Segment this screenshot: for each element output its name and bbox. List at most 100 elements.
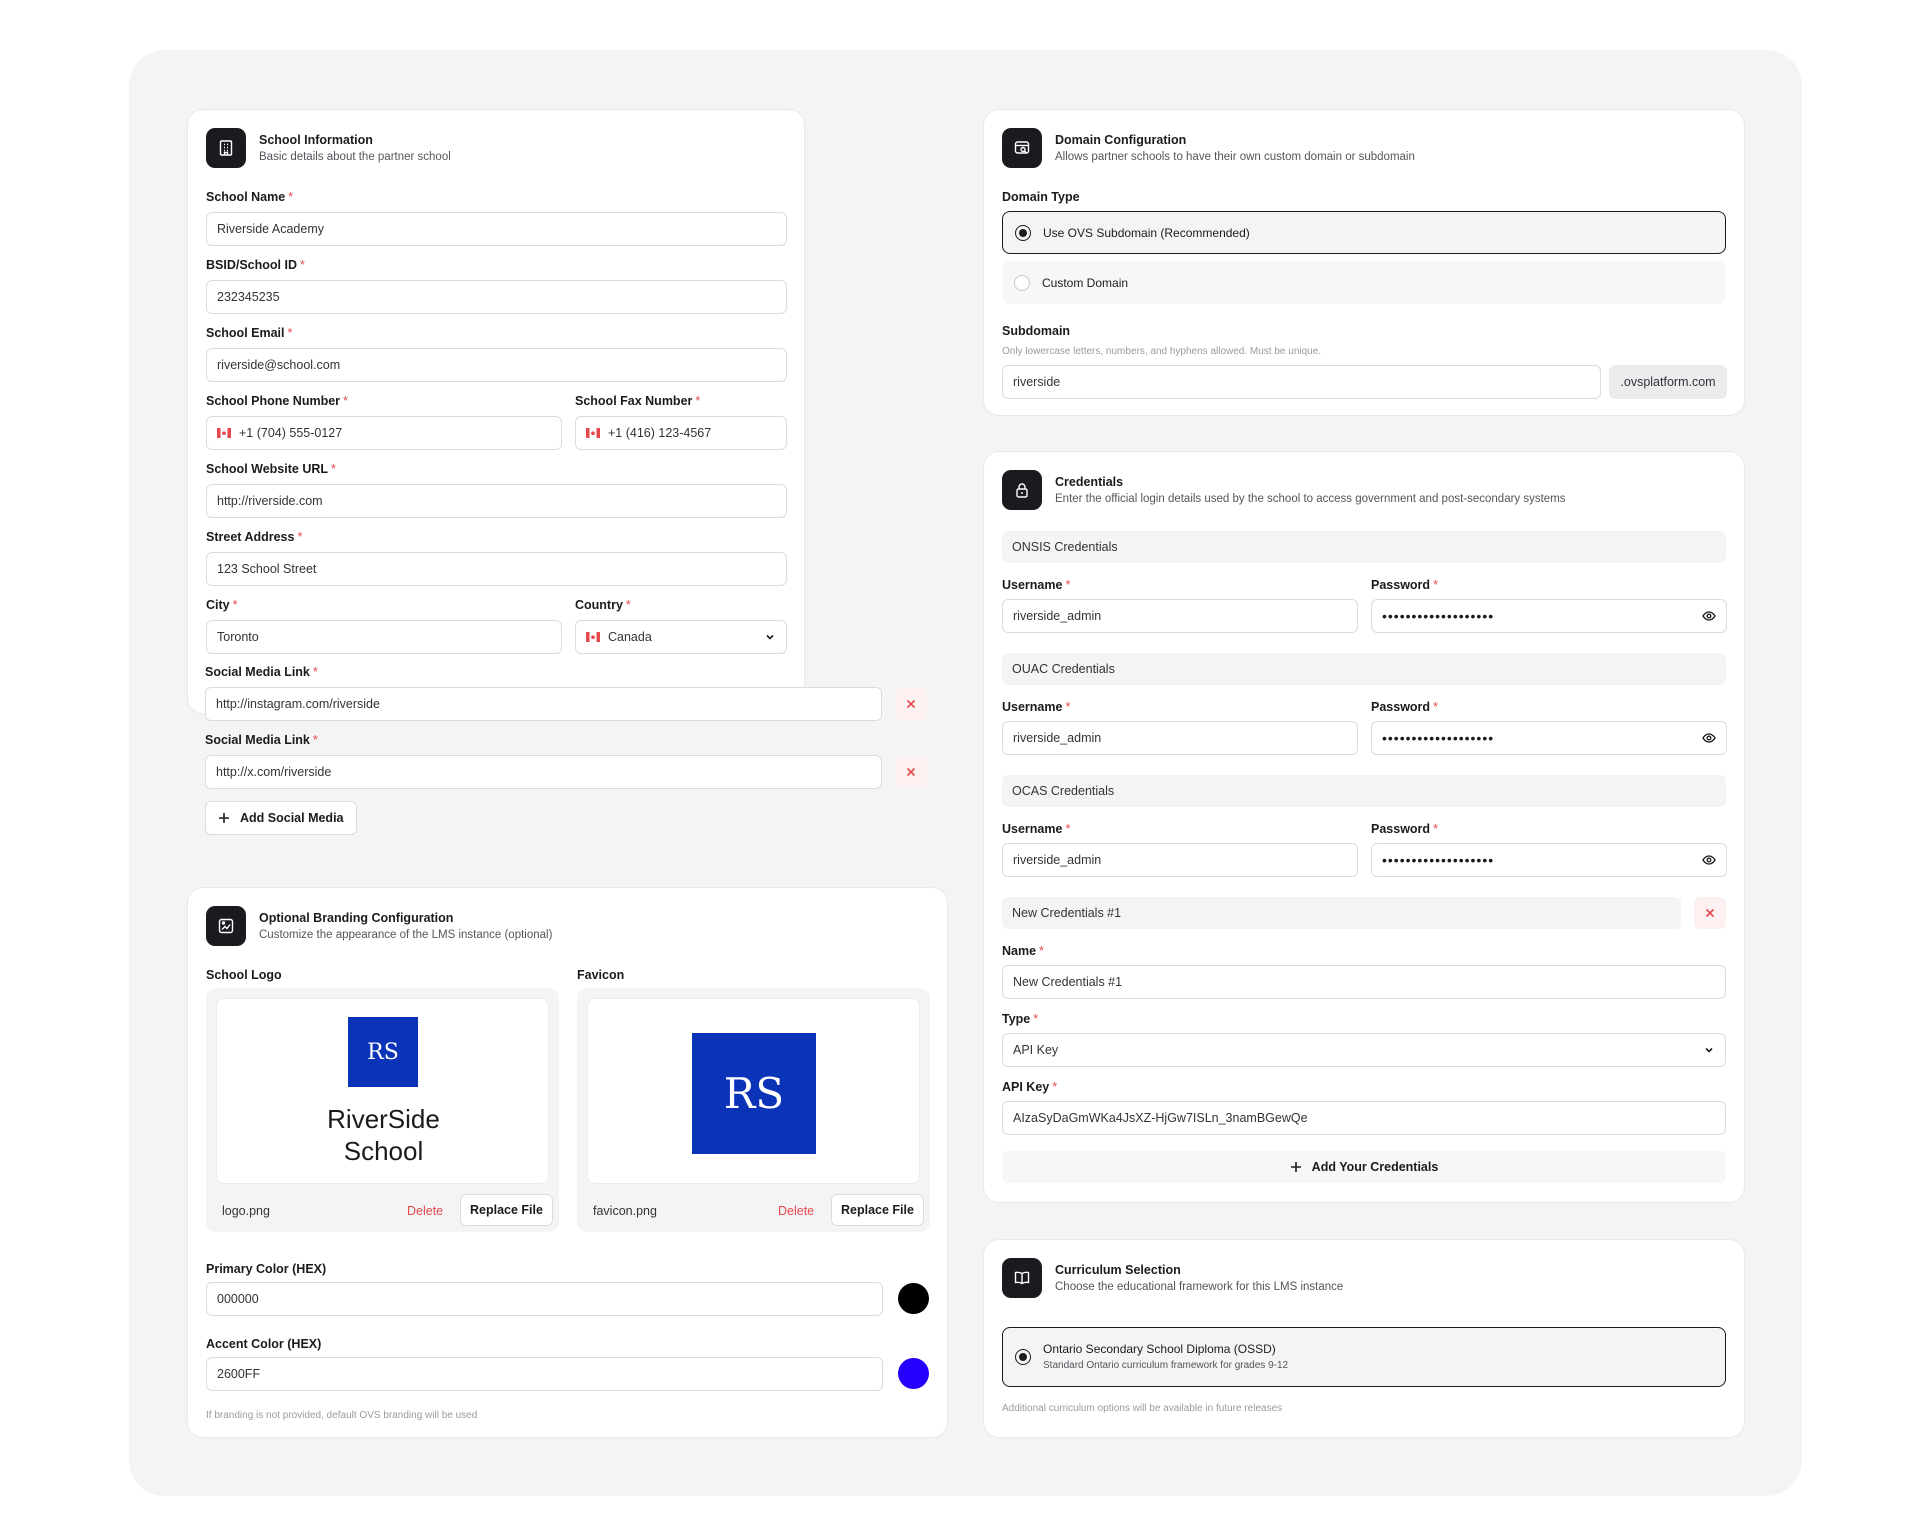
ouac-password-input[interactable]: ••••••••••••••••••• — [1371, 721, 1727, 755]
onsis-username-input[interactable]: riverside_admin — [1002, 599, 1358, 633]
option-ossd[interactable]: Ontario Secondary School Diploma (OSSD) … — [1002, 1327, 1726, 1387]
add-credentials-label: Add Your Credentials — [1311, 1160, 1439, 1174]
card-subtitle: Customize the appearance of the LMS inst… — [259, 928, 553, 941]
logo-wordmark: RiverSide School — [217, 1103, 550, 1167]
ouac-credentials-header: OUAC Credentials — [1002, 653, 1726, 685]
accent-color-swatch[interactable] — [898, 1358, 929, 1389]
social-link-2-label: Social Media Link * — [205, 733, 318, 747]
subdomain-input[interactable]: riverside — [1002, 365, 1601, 399]
password-label: Password * — [1371, 700, 1438, 714]
card-header: Curriculum Selection Choose the educatio… — [1002, 1258, 1343, 1298]
option-custom-domain-label: Custom Domain — [1042, 275, 1129, 290]
replace-favicon-button[interactable]: Replace File — [831, 1194, 924, 1226]
credential-type-select[interactable]: API Key — [1002, 1033, 1726, 1067]
curriculum-selection-card: Curriculum Selection Choose the educatio… — [983, 1239, 1745, 1438]
close-icon — [906, 699, 916, 709]
api-key-input[interactable]: AIzaSyDaGmWKa4JsXZ-HjGw7ISLn_3namBGewQe — [1002, 1101, 1726, 1135]
logo-preview: RS RiverSide School — [216, 998, 549, 1184]
logo-upload-area[interactable]: RS RiverSide School logo.png Delete Repl… — [206, 988, 559, 1232]
school-logo-label: School Logo — [206, 968, 282, 982]
card-subtitle: Enter the official login details used by… — [1055, 492, 1566, 505]
remove-credentials-button[interactable] — [1694, 897, 1726, 929]
accent-color-input[interactable]: 2600FF — [206, 1357, 883, 1391]
delete-logo-button[interactable]: Delete — [407, 1204, 443, 1218]
favicon-upload-area[interactable]: RS favicon.png Delete Replace File — [577, 988, 930, 1232]
card-title: Domain Configuration — [1055, 132, 1187, 147]
card-header: Optional Branding Configuration Customiz… — [206, 906, 552, 946]
password-label: Password * — [1371, 578, 1438, 592]
remove-social-2-button[interactable] — [895, 756, 927, 788]
password-value: ••••••••••••••••••• — [1382, 730, 1495, 746]
ouac-username-input[interactable]: riverside_admin — [1002, 721, 1358, 755]
credential-name-label: Name * — [1002, 944, 1044, 958]
onsis-credentials-header: ONSIS Credentials — [1002, 531, 1726, 563]
option-ovs-subdomain-label: Use OVS Subdomain (Recommended) — [1043, 225, 1250, 240]
subdomain-suffix: .ovsplatform.com — [1609, 365, 1727, 399]
card-title: Credentials — [1055, 474, 1124, 489]
radio-unselected-icon — [1014, 274, 1030, 291]
eye-icon[interactable] — [1702, 853, 1716, 870]
delete-favicon-button[interactable]: Delete — [778, 1204, 814, 1218]
password-value: ••••••••••••••••••• — [1382, 608, 1495, 624]
option-ossd-subtitle: Standard Ontario curriculum framework fo… — [1043, 1360, 1289, 1371]
option-ossd-title: Ontario Secondary School Diploma (OSSD) — [1043, 1342, 1276, 1356]
favicon-preview: RS — [587, 998, 920, 1184]
book-icon — [1002, 1258, 1042, 1298]
add-social-media-button[interactable]: Add Social Media — [205, 801, 357, 835]
domain-configuration-card: Domain Configuration Allows partner scho… — [983, 109, 1745, 416]
logo-filename: logo.png — [222, 1204, 270, 1218]
primary-color-swatch[interactable] — [898, 1283, 929, 1314]
social-link-1-input[interactable]: http://instagram.com/riverside — [205, 687, 882, 721]
ocas-username-input[interactable]: riverside_admin — [1002, 843, 1358, 877]
onsis-password-input[interactable]: ••••••••••••••••••• — [1371, 599, 1727, 633]
close-icon — [906, 767, 916, 777]
logo-mark: RS — [348, 1017, 418, 1087]
replace-logo-button[interactable]: Replace File — [460, 1194, 553, 1226]
credential-type-label: Type * — [1002, 1012, 1039, 1026]
logo-line-1: RiverSide — [327, 1104, 440, 1134]
favicon-filename: favicon.png — [593, 1204, 657, 1218]
username-label: Username * — [1002, 700, 1071, 714]
credential-name-input[interactable]: New Credentials #1 — [1002, 965, 1726, 999]
add-social-label: Add Social Media — [240, 811, 344, 825]
credentials-card: Credentials Enter the official login det… — [983, 451, 1745, 1203]
card-title: Optional Branding Configuration — [259, 910, 454, 925]
radio-selected-icon — [1015, 1349, 1031, 1365]
primary-color-label: Primary Color (HEX) — [206, 1262, 327, 1276]
lock-icon — [1002, 470, 1042, 510]
credential-type-value: API Key — [1013, 1043, 1059, 1057]
branding-note: If branding is not provided, default OVS… — [206, 1410, 478, 1421]
remove-social-1-button[interactable] — [895, 688, 927, 720]
eye-icon[interactable] — [1702, 609, 1716, 626]
eye-icon[interactable] — [1702, 731, 1716, 748]
chevron-down-icon — [1703, 1044, 1715, 1059]
card-subtitle: Allows partner schools to have their own… — [1055, 150, 1415, 163]
card-title: Curriculum Selection — [1055, 1262, 1181, 1277]
option-ovs-subdomain[interactable]: Use OVS Subdomain (Recommended) — [1002, 211, 1726, 254]
username-label: Username * — [1002, 578, 1071, 592]
social-link-1-label: Social Media Link * — [205, 665, 318, 679]
add-credentials-button[interactable]: Add Your Credentials — [1002, 1151, 1726, 1183]
username-label: Username * — [1002, 822, 1071, 836]
plus-icon — [219, 813, 229, 823]
ocas-password-input[interactable]: ••••••••••••••••••• — [1371, 843, 1727, 877]
close-icon — [1705, 908, 1715, 918]
curriculum-note: Additional curriculum options will be av… — [1002, 1403, 1283, 1414]
domain-type-label: Domain Type — [1002, 190, 1080, 204]
option-custom-domain[interactable]: Custom Domain — [1002, 261, 1726, 304]
content-layer: Social Media Link * http://instagram.com/… — [0, 0, 1920, 1539]
image-edit-icon — [206, 906, 246, 946]
favicon-mark: RS — [692, 1033, 816, 1154]
api-key-label: API Key * — [1002, 1080, 1058, 1094]
new-credentials-header: New Credentials #1 — [1002, 897, 1681, 929]
card-header: Domain Configuration Allows partner scho… — [1002, 128, 1415, 168]
card-header: Credentials Enter the official login det… — [1002, 470, 1566, 510]
favicon-label: Favicon — [577, 968, 625, 982]
card-subtitle: Choose the educational framework for thi… — [1055, 1280, 1344, 1293]
subdomain-help: Only lowercase letters, numbers, and hyp… — [1002, 346, 1322, 357]
accent-color-label: Accent Color (HEX) — [206, 1337, 322, 1351]
radio-selected-icon — [1015, 224, 1031, 241]
primary-color-input[interactable]: 000000 — [206, 1282, 883, 1316]
social-link-2-input[interactable]: http://x.com/riverside — [205, 755, 882, 789]
ocas-credentials-header: OCAS Credentials — [1002, 775, 1726, 807]
